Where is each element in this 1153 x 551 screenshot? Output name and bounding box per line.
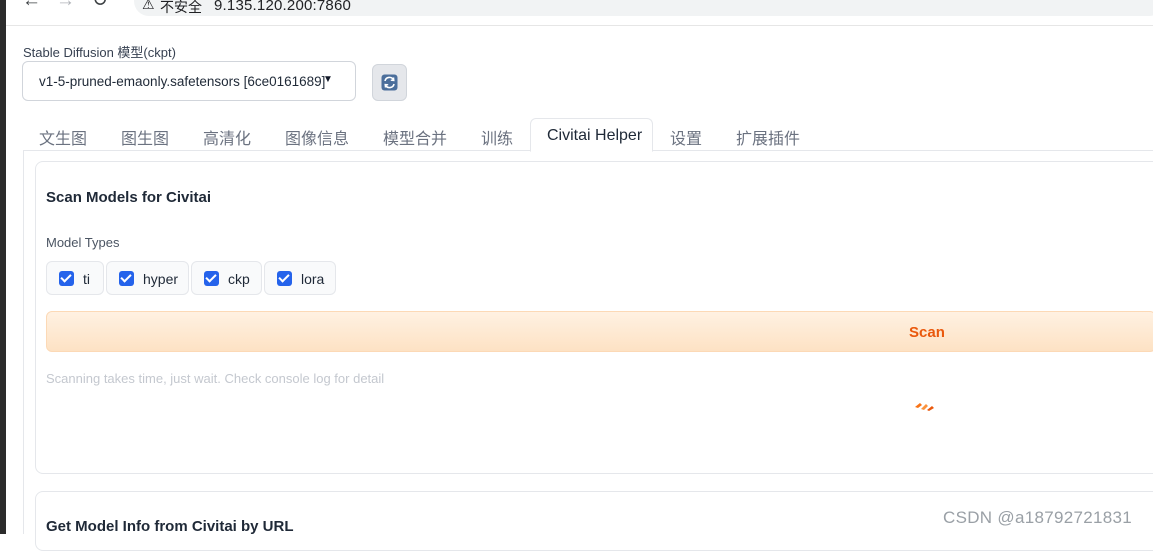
watermark: CSDN @a18792721831: [943, 508, 1133, 527]
refresh-icon: [381, 74, 398, 91]
tab-txt2img[interactable]: 文生图: [39, 125, 87, 149]
checkbox-hyper[interactable]: hyper: [106, 261, 189, 295]
browser-toolbar: ← → ↻ ⚠ 不安全 9.135.120.200:7860: [6, 0, 1153, 26]
scan-hint-text: Scanning takes time, just wait. Check co…: [46, 371, 385, 386]
scan-section-title: Scan Models for Civitai: [46, 189, 212, 206]
loading-spinner-icon: [915, 403, 934, 411]
model-types-label: Model Types: [46, 235, 120, 250]
refresh-checkpoint-button[interactable]: [372, 64, 407, 101]
checkpoint-value: v1-5-pruned-emaonly.safetensors [6ce0161…: [39, 74, 326, 89]
url-text[interactable]: 9.135.120.200:7860: [214, 0, 351, 14]
checkbox-ckp[interactable]: ckp: [191, 261, 262, 295]
dropdown-caret-icon: ▼: [323, 74, 333, 85]
reload-icon[interactable]: ↻: [92, 0, 108, 11]
checkbox-hyper-label: hyper: [143, 271, 179, 287]
tab-civitai-helper-label: Civitai Helper: [547, 127, 643, 144]
tab-extensions[interactable]: 扩展插件: [736, 125, 800, 149]
tab-checkpoint-merger[interactable]: 模型合并: [383, 125, 447, 149]
checkbox-ti-label: ti: [83, 271, 90, 287]
checkbox-checked-icon[interactable]: [119, 271, 134, 286]
security-label: 不安全: [160, 0, 202, 15]
forward-arrow-icon[interactable]: →: [56, 0, 75, 11]
scan-button[interactable]: Scan: [46, 311, 1153, 352]
checkpoint-dropdown[interactable]: v1-5-pruned-emaonly.safetensors [6ce0161…: [22, 61, 356, 101]
tab-upscale[interactable]: 高清化: [203, 125, 251, 149]
scan-button-label: Scan: [909, 324, 945, 341]
checkbox-lora-label: lora: [301, 271, 325, 287]
warning-icon: ⚠: [142, 0, 155, 12]
checkpoint-label: Stable Diffusion 模型(ckpt): [23, 45, 176, 60]
url-section-title: Get Model Info from Civitai by URL: [46, 518, 294, 535]
checkbox-checked-icon[interactable]: [59, 271, 74, 286]
tab-png-info[interactable]: 图像信息: [285, 125, 349, 149]
tab-civitai-helper[interactable]: Civitai Helper: [530, 118, 653, 152]
checkbox-ti[interactable]: ti: [46, 261, 104, 295]
address-bar[interactable]: ⚠ 不安全 9.135.120.200:7860: [134, 0, 1153, 16]
checkbox-checked-icon[interactable]: [204, 271, 219, 286]
checkbox-ckp-label: ckp: [228, 271, 250, 287]
tab-settings[interactable]: 设置: [670, 125, 702, 149]
checkbox-checked-icon[interactable]: [277, 271, 292, 286]
checkbox-lora[interactable]: lora: [264, 261, 336, 295]
window-edge: [0, 0, 6, 534]
tab-img2img[interactable]: 图生图: [121, 125, 169, 149]
back-arrow-icon[interactable]: ←: [22, 0, 41, 11]
tab-train[interactable]: 训练: [481, 125, 513, 149]
